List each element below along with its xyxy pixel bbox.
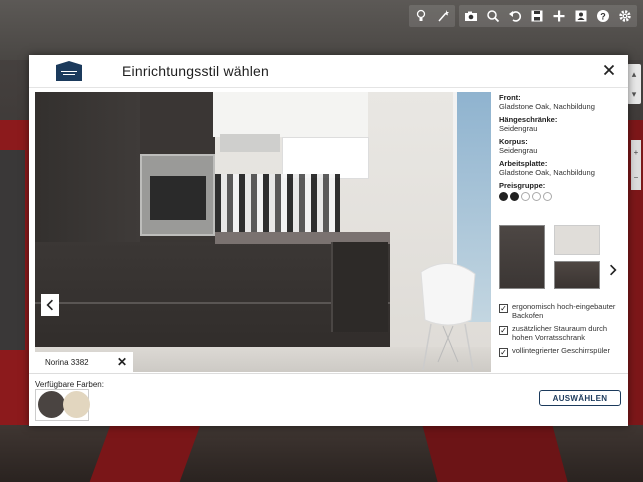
red-furniture-low-right (422, 425, 568, 482)
feature-checkbox: ✓ (499, 326, 508, 335)
previous-style-button[interactable] (41, 294, 59, 316)
swatch-front (499, 225, 545, 289)
zoom-slider[interactable]: + − (631, 140, 641, 190)
white-chair (420, 263, 476, 371)
brand-logo (29, 55, 109, 87)
upper-wall (213, 92, 368, 137)
feature-checkbox: ✓ (499, 304, 508, 313)
next-style-button[interactable] (604, 259, 622, 281)
carcass-label: Korpus: (499, 137, 528, 146)
price-group-dot (510, 192, 519, 201)
carcass-value: Seidengrau (499, 146, 538, 155)
swatch-worktop (554, 261, 600, 289)
extractor-hood (220, 134, 280, 152)
toolbar-group-tools (409, 5, 455, 27)
magic-wand-icon[interactable] (433, 6, 453, 26)
worktop-value: Gladstone Oak, Nachbildung (499, 168, 595, 177)
camera-rotate-control[interactable]: ▴ ▾ (627, 64, 641, 104)
feature-item: ✓ ergonomisch hoch-eingebauter Backofen (499, 302, 624, 320)
main-toolbar: ? (409, 5, 637, 27)
available-colors-label: Verfügbare Farben: (35, 380, 104, 389)
front-label: Front: (499, 93, 521, 102)
feature-text: vollintegrierter Geschirrspüler (512, 346, 610, 355)
undo-icon[interactable] (505, 6, 525, 26)
feature-checkbox: ✓ (499, 348, 508, 357)
worktop-label: Arbeitsplatte: (499, 159, 548, 168)
front-value: Gladstone Oak, Nachbildung (499, 102, 595, 111)
price-group-dot (521, 192, 530, 201)
svg-text:?: ? (600, 12, 606, 22)
close-icon (603, 64, 615, 76)
feature-item: ✓ vollintegrierter Geschirrspüler (499, 346, 624, 357)
style-details: Front: Gladstone Oak, Nachbildung Hänges… (499, 93, 624, 201)
dialog-footer: Verfügbare Farben: AUSWÄHLEN (29, 373, 628, 427)
color-option-light-oak[interactable] (63, 391, 90, 418)
price-group-dot (532, 192, 541, 201)
price-group-label: Preisgruppe: (499, 181, 546, 190)
price-group-dot (499, 192, 508, 201)
close-tag-icon[interactable]: ✕ (117, 355, 127, 369)
color-option-dark-oak[interactable] (38, 391, 65, 418)
cabinet-left (0, 150, 25, 350)
settings-gear-icon[interactable] (615, 6, 635, 26)
price-group-rating (499, 192, 624, 201)
feature-item: ✓ zusätzlicher Stauraum durch hohen Vorra… (499, 324, 624, 342)
chevron-up-icon[interactable]: ▴ (632, 69, 637, 80)
wall-units-value: Seidengrau (499, 124, 538, 133)
price-group-dot (543, 192, 552, 201)
swatch-carcass (554, 225, 600, 255)
toolbar-group-main: ? (459, 5, 637, 27)
oven-window (150, 176, 206, 220)
profile-icon[interactable] (571, 6, 591, 26)
style-name: Norina 3382 (45, 357, 89, 367)
style-selection-dialog: Einrichtungsstil wählen Norina 3382 ✕ Fr… (29, 55, 628, 426)
feature-text: zusätzlicher Stauraum durch hohen Vorrat… (512, 324, 608, 342)
wall-cabinet (282, 137, 369, 179)
open-dishwasher (331, 242, 388, 332)
style-name-tag: Norina 3382 ✕ (35, 352, 133, 372)
camera-icon[interactable] (461, 6, 481, 26)
light-icon[interactable] (411, 6, 431, 26)
material-swatches (499, 225, 600, 295)
oven (140, 154, 215, 236)
close-dialog-button[interactable] (600, 61, 618, 79)
wall-units-label: Hängeschränke: (499, 115, 558, 124)
dialog-title: Einrichtungsstil wählen (122, 63, 270, 79)
save-icon[interactable] (527, 6, 547, 26)
feature-text: ergonomisch hoch-eingebauter Backofen (512, 302, 616, 320)
zoom-view-icon[interactable] (483, 6, 503, 26)
add-icon[interactable] (549, 6, 569, 26)
select-style-button[interactable]: AUSWÄHLEN (539, 390, 621, 406)
kuechen-quelle-logo-icon (56, 61, 82, 81)
zoom-in-icon[interactable]: + (634, 148, 639, 157)
chevron-left-icon (46, 299, 53, 311)
kitchen-preview-image (35, 92, 491, 372)
chevron-right-icon (610, 264, 617, 276)
feature-list: ✓ ergonomisch hoch-eingebauter Backofen ✓ z… (499, 302, 624, 362)
dialog-header: Einrichtungsstil wählen (29, 55, 628, 88)
help-icon[interactable]: ? (593, 6, 613, 26)
zoom-out-icon[interactable]: − (634, 173, 639, 182)
chevron-down-icon[interactable]: ▾ (632, 89, 637, 100)
